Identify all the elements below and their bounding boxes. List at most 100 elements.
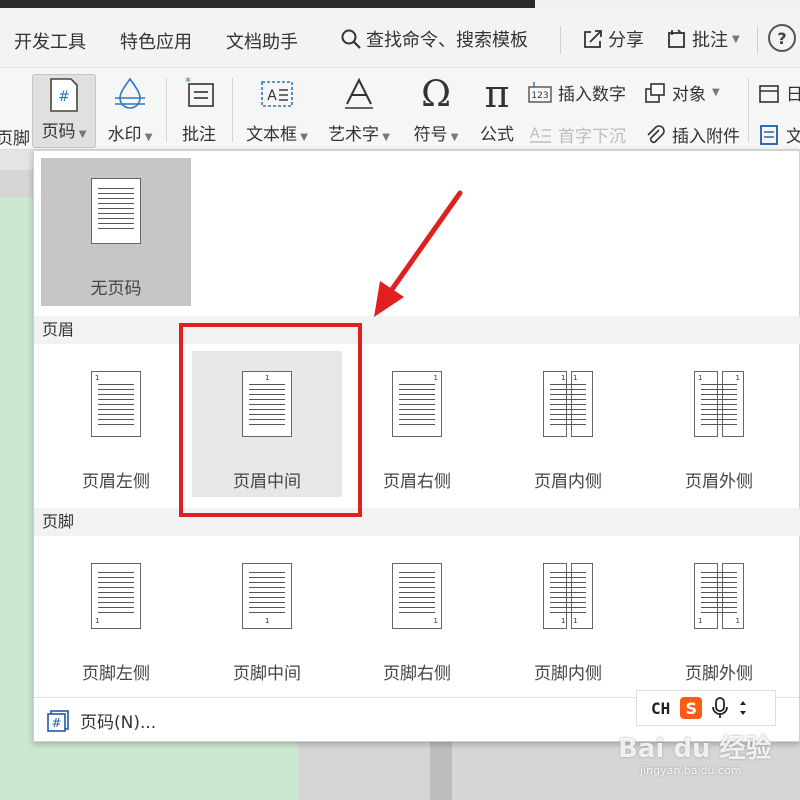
footer-button-partial[interactable]: 页脚 [0,124,30,149]
page-thumbnail-icon: 1 [242,563,292,629]
page-number-settings-label: 页码(N)... [80,713,157,733]
comment-insert-icon: * [179,74,219,114]
page-thumbnail-icon: 1 [392,371,442,437]
option-footer-outside[interactable]: 1 1 页脚外侧 [644,543,794,689]
menu-developer-tools[interactable]: 开发工具 [14,28,86,54]
microphone-icon[interactable] [712,697,729,719]
sogou-logo-icon[interactable]: S [680,697,703,719]
page-thumbnail-icon: 1 [91,563,141,629]
object-button[interactable]: 对象 ▼ [644,80,720,105]
dropcap-button[interactable]: A 首字下沉 [528,122,626,147]
option-header-right[interactable]: 1 页眉右侧 [342,351,492,497]
svg-text:A: A [267,88,277,104]
symbol-button[interactable]: Ω 符号 ▼ [408,73,464,146]
pi-icon: π [484,72,510,116]
ime-toolbar: CH S [636,690,776,726]
ime-language[interactable]: CH [651,699,670,718]
dropcap-icon: A [530,126,551,143]
chevron-down-icon: ▼ [732,33,740,45]
share-button[interactable]: 分享 [582,26,644,52]
menu-doc-assistant[interactable]: 文档助手 [226,28,298,54]
textbox-button[interactable]: A 文本框 ▼ [242,74,312,145]
help-button[interactable]: ? [768,24,796,52]
option-label: 页眉外侧 [685,472,753,492]
formula-button[interactable]: π 公式 [474,72,520,145]
option-no-page-number[interactable]: 无页码 [41,158,191,306]
dropcap-label: 首字下沉 [558,127,626,147]
title-bar [0,0,800,8]
option-header-inside[interactable]: 1 1 页眉内侧 [493,351,643,497]
insert-number-button[interactable]: 123 插入数字 [528,80,626,105]
option-label: 页脚右侧 [383,664,451,684]
highlight-box [179,323,362,517]
page-number-label: 页码 [41,122,76,142]
comment-ribbon-label: 批注 [182,125,216,145]
textbox-icon: A [257,74,297,114]
page-number-settings-button[interactable]: # 页码(N)... [46,708,156,733]
date-label-partial: 日 [786,85,800,105]
page-number-icon: # [47,709,69,732]
baidu-watermark-logo: Bai du 经验 [618,734,772,764]
page-thumbnail-icon: 1 [392,563,442,629]
watermark-button[interactable]: 水印 ▼ [104,74,156,145]
share-label: 分享 [608,30,644,51]
option-label: 页脚左侧 [82,664,150,684]
search-icon [341,29,361,49]
doc-button-partial[interactable]: 文 [758,122,800,147]
formula-label: 公式 [480,125,514,145]
option-footer-center[interactable]: 1 页脚中间 [192,543,342,689]
insert-number-label: 插入数字 [558,85,626,105]
wordart-icon [339,74,379,114]
watermark-label: 水印 [107,125,142,145]
page-gap [430,740,452,800]
textbox-label: 文本框 [246,125,298,145]
page-number-button[interactable]: # 页码 ▼ [32,74,96,148]
option-footer-left[interactable]: 1 页脚左侧 [41,543,191,689]
svg-text:*: * [185,76,191,89]
option-header-left[interactable]: 1 页眉左侧 [41,351,191,497]
attachment-label: 插入附件 [672,127,740,147]
svg-text:#: # [58,89,70,105]
date-button-partial[interactable]: 日 [758,80,800,105]
document-icon [760,124,778,145]
two-page-thumbnail-icon: 1 1 [543,371,593,437]
doc-label-partial: 文 [786,127,800,147]
svg-text:A: A [530,126,540,142]
option-footer-inside[interactable]: 1 1 页脚内侧 [493,543,643,689]
option-label: 页脚外侧 [685,664,753,684]
option-footer-right[interactable]: 1 页脚右侧 [342,543,492,689]
annotation-arrow [374,190,463,317]
section-footer: 页脚 [34,508,800,536]
watermark-icon [110,74,150,114]
calendar-icon [759,84,779,103]
attachment-button[interactable]: 插入附件 [644,122,740,147]
object-icon [645,82,665,103]
symbol-label: 符号 [413,125,448,145]
comment-menu-label: 批注 [692,30,728,51]
menu-special-apps[interactable]: 特色应用 [120,28,192,54]
option-label: 无页码 [90,279,142,299]
command-search-label: 查找命令、搜索模板 [366,30,528,51]
option-label: 页脚内侧 [534,664,602,684]
omega-icon: Ω [421,73,451,115]
option-label: 页眉右侧 [383,472,451,492]
page-thumbnail-icon: 1 [91,371,141,437]
page-number-icon: # [44,75,84,115]
comment-menu-button[interactable]: 批注 ▼ [666,26,740,52]
wordart-label: 艺术字 [328,125,380,145]
comment-icon [668,29,685,48]
two-page-thumbnail-icon: 1 1 [543,563,593,629]
option-header-outside[interactable]: 1 1 页眉外侧 [644,351,794,497]
chevron-down-icon: ▼ [712,87,720,98]
more-icon[interactable] [738,697,748,719]
paperclip-icon [647,124,665,143]
menu-bar: 开发工具 特色应用 文档助手 查找命令、搜索模板 分享 批注 ▼ ? [0,8,800,68]
svg-text:#: # [51,716,61,730]
baidu-watermark-url: jingyan.baidu.com [640,764,742,777]
page-thumbnail-icon [91,178,141,244]
wordart-button[interactable]: 艺术字 ▼ [324,74,394,145]
object-label: 对象 [672,85,706,105]
command-search[interactable]: 查找命令、搜索模板 [340,26,528,52]
option-label: 页眉左侧 [82,472,150,492]
comment-ribbon-button[interactable]: * 批注 [176,74,222,145]
